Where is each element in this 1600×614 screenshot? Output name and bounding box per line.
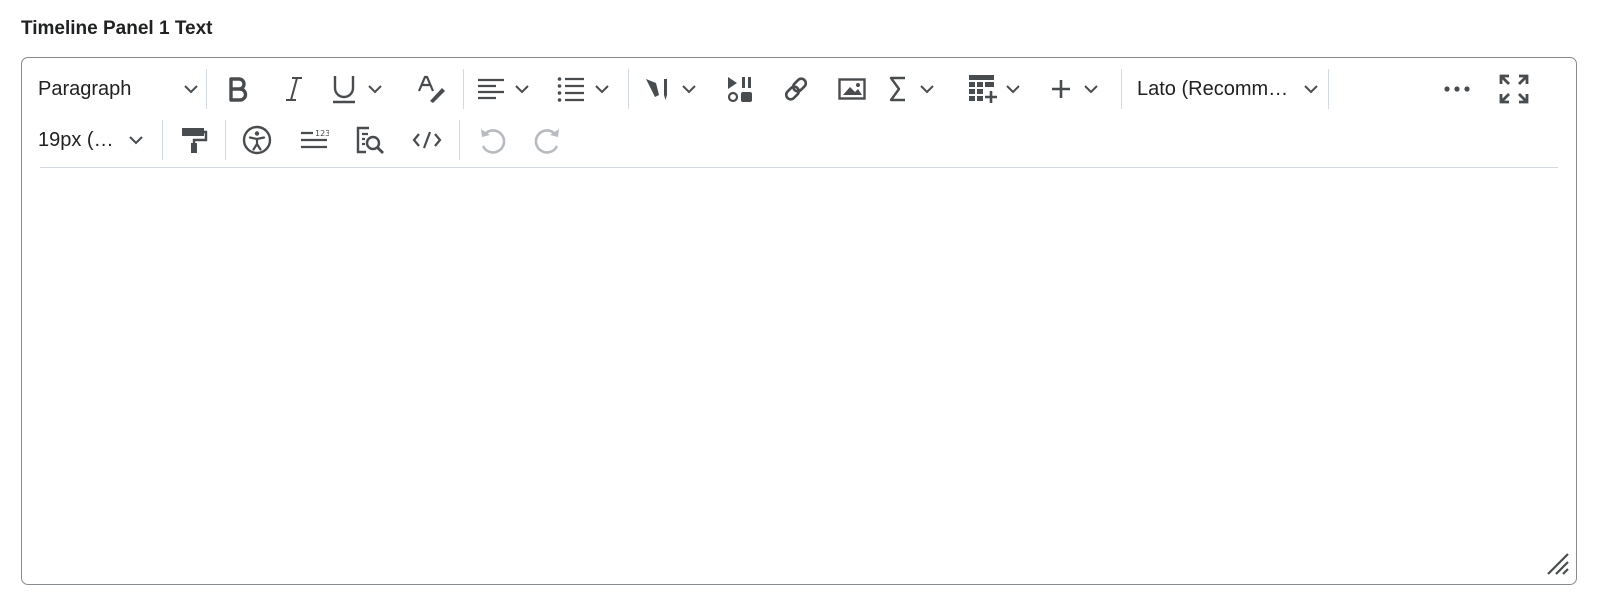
redo-button[interactable] xyxy=(528,118,568,162)
insert-media-button[interactable] xyxy=(720,67,760,111)
find-replace-icon xyxy=(356,126,384,154)
chevron-down-icon xyxy=(682,84,696,93)
fullscreen-icon xyxy=(1499,74,1529,104)
find-replace-button[interactable] xyxy=(350,118,390,162)
chevron-down-icon xyxy=(1006,84,1020,93)
equation-button[interactable] xyxy=(888,67,948,111)
font-family-value: Lato (Recomm… xyxy=(1137,77,1289,100)
block-format-value: Paragraph xyxy=(38,77,132,100)
toolbar-separator xyxy=(459,120,460,160)
align-button[interactable] xyxy=(477,67,537,111)
table-icon xyxy=(969,75,997,103)
insert-more-button[interactable] xyxy=(1050,67,1110,111)
more-horizontal-icon xyxy=(1444,86,1470,92)
font-family-select[interactable]: Lato (Recomm… xyxy=(1135,67,1327,111)
editor-content-area[interactable] xyxy=(40,170,1558,570)
toolbar-separator xyxy=(463,69,464,109)
toolbar-separator xyxy=(628,69,629,109)
pen-tools-icon xyxy=(646,79,667,100)
toolbar-separator xyxy=(206,69,207,109)
resize-handle-icon[interactable] xyxy=(1544,550,1570,576)
toolbar-divider xyxy=(40,167,1558,168)
chevron-down-icon xyxy=(129,135,143,144)
toolbar-separator xyxy=(162,120,163,160)
chevron-down-icon xyxy=(184,84,198,93)
bulleted-list-icon xyxy=(557,77,584,102)
font-size-value: 19px (… xyxy=(38,128,114,151)
toolbar-separator xyxy=(1121,69,1122,109)
fullscreen-button[interactable] xyxy=(1493,67,1535,111)
undo-icon xyxy=(481,129,506,154)
insert-image-button[interactable] xyxy=(832,67,872,111)
text-color-button[interactable] xyxy=(412,67,452,111)
rich-text-editor: Paragraph Lato (Recomm… 19px (… 123 xyxy=(21,57,1577,585)
insert-link-button[interactable] xyxy=(776,67,816,111)
chevron-down-icon xyxy=(1084,84,1098,93)
paint-roller-icon xyxy=(182,128,208,153)
toolbar-separator xyxy=(225,120,226,160)
code-icon xyxy=(412,131,442,149)
undo-button[interactable] xyxy=(472,118,512,162)
insert-stuff-button[interactable] xyxy=(644,67,700,111)
more-actions-button[interactable] xyxy=(1437,67,1477,111)
media-icon xyxy=(727,77,752,103)
table-button[interactable] xyxy=(968,67,1028,111)
word-count-icon: 123 xyxy=(301,129,329,149)
accessibility-icon xyxy=(242,125,272,155)
sigma-icon xyxy=(889,76,905,102)
chevron-down-icon xyxy=(515,84,529,93)
plus-icon xyxy=(1052,80,1070,98)
italic-icon xyxy=(286,77,302,101)
chevron-down-icon xyxy=(368,84,382,93)
link-icon xyxy=(784,77,808,101)
bold-icon xyxy=(229,77,248,102)
underline-button[interactable] xyxy=(330,67,392,111)
source-code-button[interactable] xyxy=(407,118,447,162)
toolbar-separator xyxy=(1328,69,1329,109)
chevron-down-icon xyxy=(595,84,609,93)
text-color-icon xyxy=(417,75,445,103)
image-icon xyxy=(838,78,866,100)
underline-icon xyxy=(333,76,355,104)
field-label: Timeline Panel 1 Text xyxy=(21,18,213,39)
redo-icon xyxy=(534,129,559,154)
accessibility-checker-button[interactable] xyxy=(237,118,277,162)
align-left-icon xyxy=(478,78,504,100)
bold-button[interactable] xyxy=(218,67,258,111)
block-format-select[interactable]: Paragraph xyxy=(36,67,198,111)
format-painter-button[interactable] xyxy=(174,118,214,162)
chevron-down-icon xyxy=(920,84,934,93)
italic-button[interactable] xyxy=(274,67,314,111)
chevron-down-icon xyxy=(1304,84,1318,93)
word-count-button[interactable]: 123 xyxy=(294,118,334,162)
font-size-select[interactable]: 19px (… xyxy=(36,118,150,162)
svg-text:123: 123 xyxy=(315,129,329,138)
list-button[interactable] xyxy=(557,67,617,111)
